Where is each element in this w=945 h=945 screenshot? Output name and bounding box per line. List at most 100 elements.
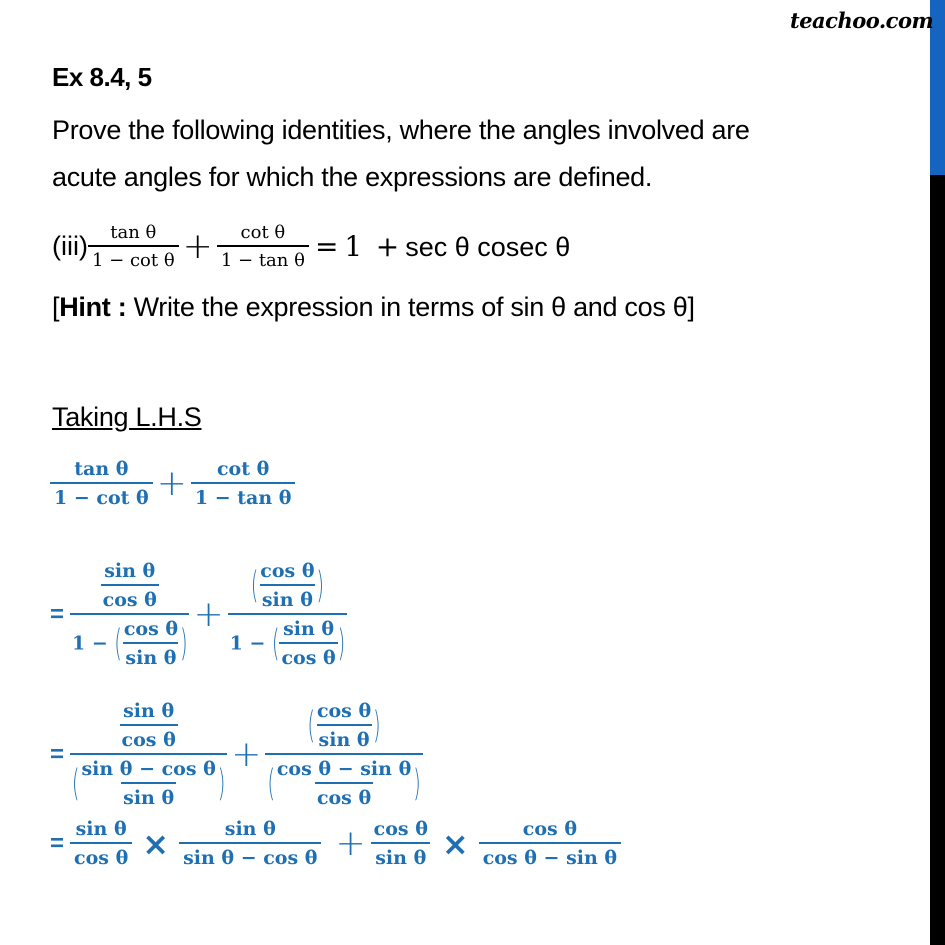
plus-sign: +	[231, 734, 262, 775]
one: 1	[344, 230, 363, 263]
denominator: 1 − tan θ	[190, 482, 296, 509]
numerator: sin θ cos θ	[99, 560, 161, 613]
fraction: cos θ − sin θ cos θ	[275, 758, 413, 809]
denominator: cos θ	[279, 642, 338, 669]
fraction: sin θ cos θ	[119, 700, 178, 751]
parenthesized-fraction: ( cos θ sin θ )	[308, 700, 381, 751]
solution-heading: Taking L.H.S	[52, 402, 202, 432]
exercise-title: Ex 8.4, 5	[52, 62, 152, 92]
numerator: sin θ cos θ	[118, 700, 180, 753]
parenthesized-fraction: ( cos θ sin θ )	[114, 618, 187, 669]
denominator: cos θ	[100, 584, 159, 611]
fraction: ( cos θ sin θ ) 1 − ( sin θ cos θ )	[227, 560, 348, 669]
plus-sign: +	[375, 230, 400, 263]
fraction: sin θ cos θ	[100, 560, 159, 611]
numerator: sin θ	[75, 818, 127, 840]
fraction: cos θ sin θ	[258, 560, 316, 611]
solution-step-2: = sin θ cos θ 1 − ( cos θ sin θ ) + (co…	[50, 560, 348, 669]
left-paren: (	[272, 622, 280, 665]
parenthesized-fraction: ( cos θ − sin θ cos θ )	[267, 758, 420, 809]
denominator: cos θ	[119, 724, 178, 751]
denominator: cos θ	[70, 842, 133, 869]
left-paren: (	[267, 762, 275, 805]
part-label: (iii)	[52, 231, 88, 261]
numerator: cos θ − sin θ	[276, 758, 412, 780]
fraction: cot θ 1 − tan θ	[190, 458, 296, 509]
denominator: ( cos θ − sin θ cos θ )	[265, 753, 423, 809]
fraction: sin θ cos θ ( sin θ − cos θ sin θ )	[70, 700, 228, 809]
parenthesized-fraction: ( sin θ − cos θ sin θ )	[72, 758, 225, 809]
fraction: sin θ cos θ 1 − ( cos θ sin θ )	[70, 560, 190, 669]
numerator: cot θ	[216, 458, 270, 480]
plus-sign: +	[335, 823, 366, 864]
fraction: cos θ cos θ − sin θ	[478, 818, 622, 869]
equals-sign: =	[50, 740, 65, 768]
numerator: sin θ − cos θ	[81, 758, 216, 780]
numerator: tan θ	[74, 458, 129, 480]
denominator: ( sin θ − cos θ sin θ )	[70, 753, 228, 809]
parenthesized-fraction: ( cos θ sin θ )	[251, 560, 324, 611]
numerator: ( cos θ sin θ )	[249, 560, 326, 613]
solution-step-4: = sin θ cos θ × sin θ sin θ − cos θ + co…	[50, 818, 622, 869]
times-sign: ×	[441, 824, 469, 863]
numerator: sin θ	[123, 700, 175, 722]
equals-sign: =	[50, 829, 65, 857]
plus-sign: +	[182, 226, 213, 267]
numerator: sin θ	[224, 818, 276, 840]
numerator: cot θ	[240, 222, 286, 243]
numerator: sin θ	[104, 560, 156, 582]
fraction: sin θ cos θ	[279, 618, 338, 669]
left-paren: (	[250, 564, 259, 607]
equals-sign: =	[50, 600, 65, 628]
denominator: cos θ − sin θ	[478, 842, 622, 869]
times-sign: ×	[142, 824, 170, 863]
fraction: tan θ 1 − cot θ	[87, 222, 179, 271]
numerator: tan θ	[110, 222, 157, 243]
numerator: cos θ	[260, 560, 315, 582]
denominator: sin θ	[371, 842, 431, 869]
question-text-line-1: Prove the following identities, where th…	[52, 115, 750, 145]
solution-step-1: tan θ 1 − cot θ + cot θ 1 − tan θ	[50, 458, 296, 509]
denominator: sin θ	[259, 584, 315, 611]
fraction: cot θ 1 − tan θ	[216, 222, 309, 271]
one-minus: 1 −	[72, 632, 108, 655]
plus-sign: +	[156, 463, 187, 504]
fraction: sin θ cos θ	[70, 818, 133, 869]
denominator: 1 − cot θ	[50, 482, 153, 509]
denominator: cos θ	[314, 782, 374, 809]
right-paren: )	[413, 762, 421, 805]
denominator: 1 − ( sin θ cos θ )	[227, 613, 348, 669]
equals-sign: =	[314, 230, 339, 263]
left-paren: (	[72, 762, 80, 805]
hint-text: Write the expression in terms of sin θ a…	[126, 292, 695, 322]
scrollbar-track[interactable]	[930, 175, 945, 945]
parenthesized-fraction: ( sin θ cos θ )	[272, 618, 345, 669]
denominator: 1 − cot θ	[87, 245, 179, 271]
left-paren: (	[114, 622, 122, 665]
denominator: sin θ	[123, 642, 179, 669]
left-paren: (	[307, 704, 315, 747]
question-text-line-2: acute angles for which the expressions a…	[52, 162, 653, 192]
brand-logo: teachoo.com	[790, 8, 934, 33]
denominator: sin θ	[121, 782, 177, 809]
rhs-text: sec θ cosec θ	[405, 232, 571, 262]
fraction: ( cos θ sin θ ) ( cos θ − sin θ cos θ )	[265, 700, 423, 809]
numerator: ( cos θ sin θ )	[306, 700, 383, 753]
solution-step-3: = sin θ cos θ ( sin θ − cos θ sin θ ) + …	[50, 700, 423, 809]
numerator: cos θ	[316, 700, 372, 722]
right-paren: )	[180, 622, 188, 665]
identity-statement: (iii) tan θ 1 − cot θ + cot θ 1 − tan θ …	[52, 222, 570, 271]
fraction: cos θ sin θ	[370, 818, 432, 869]
denominator: sin θ	[316, 724, 372, 751]
hint: [Hint : Write the expression in terms of…	[52, 292, 695, 323]
denominator: 1 − tan θ	[216, 245, 309, 271]
fraction: cos θ sin θ	[315, 700, 373, 751]
right-paren: )	[316, 564, 324, 607]
hint-label: Hint :	[59, 292, 127, 322]
fraction: cos θ sin θ	[122, 618, 180, 669]
right-paren: )	[217, 762, 226, 805]
numerator: sin θ	[283, 618, 335, 640]
right-paren: )	[373, 704, 381, 747]
identity-rhs: = 1 + sec θ cosec θ	[309, 230, 570, 263]
numerator: cos θ	[373, 818, 428, 840]
